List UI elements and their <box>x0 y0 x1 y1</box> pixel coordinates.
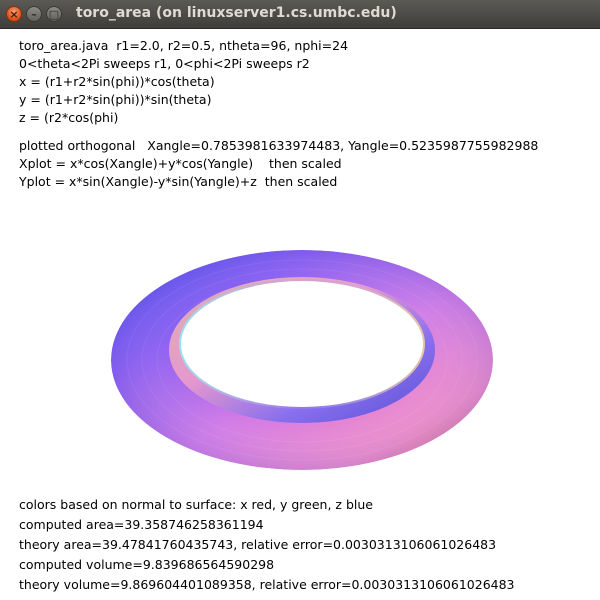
title-bar[interactable]: × – □ toro_area (on linuxserver1.cs.umbc… <box>0 0 600 29</box>
application-window: × – □ toro_area (on linuxserver1.cs.umbc… <box>0 0 600 600</box>
footer-line-computed-area: computed area=39.358746258361194 <box>19 517 264 532</box>
maximize-icon[interactable]: □ <box>46 6 62 22</box>
footer-line-theory-area: theory area=39.47841760435743, relative … <box>19 537 497 552</box>
window-title: toro_area (on linuxserver1.cs.umbc.edu) <box>76 5 397 21</box>
footer-line-colors: colors based on normal to surface: x red… <box>19 497 373 512</box>
drawing-canvas: toro_area.java r1=2.0, r2=0.5, ntheta=96… <box>0 29 600 600</box>
footer-line-computed-volume: computed volume=9.839686564590298 <box>19 557 275 572</box>
close-icon[interactable]: × <box>6 6 22 22</box>
footer-line-theory-volume: theory volume=9.869604401089358, relativ… <box>19 577 515 592</box>
minimize-icon[interactable]: – <box>26 6 42 22</box>
torus-plot <box>111 250 493 470</box>
